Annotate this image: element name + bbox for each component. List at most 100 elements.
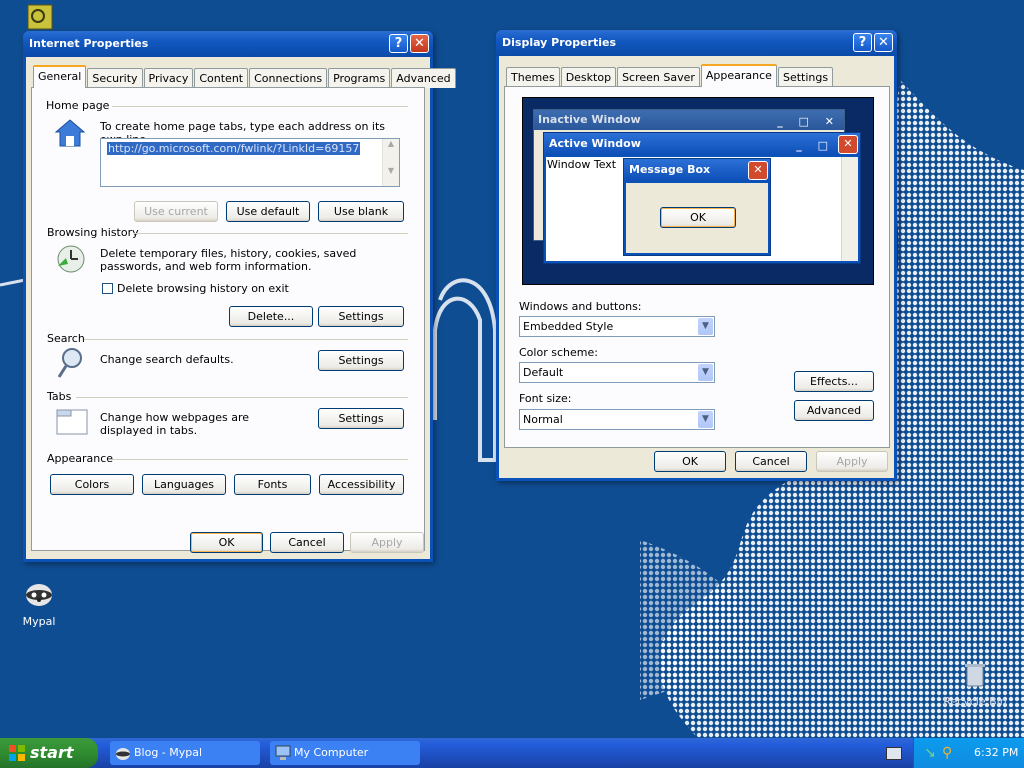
tab-connections[interactable]: Connections [249,68,328,88]
use-blank-button[interactable]: Use blank [318,201,404,222]
display-properties-window[interactable]: Display Properties ? ✕ Themes Desktop Sc… [496,30,897,481]
font-size-label: Font size: [519,392,572,405]
tabs-settings-button[interactable]: Settings [318,408,404,429]
title-bar[interactable]: Internet Properties ? ✕ [23,31,433,57]
tab-strip: General Security Privacy Content Connect… [33,65,456,88]
preview-scrollbar [841,157,858,261]
computer-icon [275,745,291,760]
search-description: Change search defaults. [100,353,234,366]
divider [112,106,408,107]
colors-button[interactable]: Colors [50,474,134,495]
chevron-down-icon[interactable]: ▼ [698,318,713,335]
desktop-icon-label: Recycle Bin [943,695,1007,708]
scroll-up-icon[interactable]: ▲ [383,139,399,148]
keyboard-icon[interactable] [886,747,902,760]
desktop-icon-label: Mypal [22,615,56,628]
active-window-title: Active Window [549,137,641,150]
apply-button[interactable]: Apply [816,451,888,472]
tab-security[interactable]: Security [87,68,143,88]
tab-content[interactable]: Content [194,68,249,88]
network-icon[interactable]: ↘ [924,738,936,768]
close-button[interactable]: ✕ [410,34,429,53]
help-button[interactable]: ? [853,33,872,52]
ok-button[interactable]: OK [654,451,726,472]
preview-ok-button: OK [660,207,736,228]
cancel-button[interactable]: Cancel [735,451,807,472]
taskbar: start Blog - Mypal My Computer ↘ ⚲ 6:32 … [0,738,1024,768]
close-icon: ✕ [748,161,768,180]
shortcut-icon [27,4,53,30]
chevron-down-icon[interactable]: ▼ [698,411,713,428]
delete-button[interactable]: Delete... [229,306,313,327]
ok-button[interactable]: OK [190,532,263,553]
close-button[interactable]: ✕ [874,33,893,52]
use-default-button[interactable]: Use default [226,201,310,222]
apply-button[interactable]: Apply [350,532,424,553]
delete-on-exit-checkbox[interactable] [102,283,113,294]
desktop-icon-partial[interactable] [25,4,55,33]
scrollbar[interactable]: ▲ ▼ [382,139,399,186]
window-text-sample: Window Text [547,158,617,171]
taskbar-item-my-computer[interactable]: My Computer [270,741,420,765]
home-page-label: Home page [46,99,110,112]
tab-themes[interactable]: Themes [506,67,560,87]
divider [134,233,408,234]
accessibility-button[interactable]: Accessibility [319,474,404,495]
inactive-window-title: Inactive Window [538,113,641,126]
home-page-url-field[interactable]: http://go.microsoft.com/fwlink/?LinkId=6… [100,138,400,187]
tab-general[interactable]: General [33,65,87,88]
home-page-url-text: http://go.microsoft.com/fwlink/?LinkId=6… [107,142,361,155]
general-tab-page: Home page To create home page tabs, type… [31,87,425,551]
tab-desktop[interactable]: Desktop [560,67,617,87]
tab-strip: Themes Desktop Screen Saver Appearance S… [506,64,834,87]
windows-and-buttons-select[interactable]: Embedded Style ▼ [519,316,715,337]
title-bar[interactable]: Display Properties ? ✕ [496,30,897,56]
color-scheme-select[interactable]: Default ▼ [519,362,715,383]
tab-screen-saver[interactable]: Screen Saver [617,67,700,87]
tab-advanced[interactable]: Advanced [391,68,456,88]
font-size-select[interactable]: Normal ▼ [519,409,715,430]
appearance-tab-page: Inactive Window _ □ ✕ Active Window _ □ … [504,86,890,448]
taskbar-item-blog-mypal[interactable]: Blog - Mypal [110,741,260,765]
raccoon-icon [116,748,130,760]
fonts-button[interactable]: Fonts [234,474,311,495]
start-button[interactable]: start [0,738,98,768]
divider [112,459,408,460]
delete-on-exit-label: Delete browsing history on exit [117,282,289,295]
system-tray: ↘ ⚲ 6:32 PM [913,738,1024,768]
desktop-icon-mypal[interactable]: Mypal [4,578,74,628]
clock[interactable]: 6:32 PM [974,738,1018,768]
tab-appearance[interactable]: Appearance [700,64,777,87]
internet-properties-window[interactable]: Internet Properties ? ✕ General Security… [23,31,456,562]
divider [84,339,408,340]
scroll-down-icon[interactable]: ▼ [383,166,399,175]
use-current-button[interactable]: Use current [134,201,218,222]
tab-privacy[interactable]: Privacy [143,68,194,88]
history-settings-button[interactable]: Settings [318,306,404,327]
advanced-button[interactable]: Advanced [794,400,874,421]
chevron-down-icon[interactable]: ▼ [698,364,713,381]
search-icon[interactable]: ⚲ [942,738,952,768]
search-settings-button[interactable]: Settings [318,350,404,371]
select-value: Default [523,366,564,379]
tab-programs[interactable]: Programs [328,68,391,88]
effects-button[interactable]: Effects... [794,371,874,392]
help-button[interactable]: ? [389,34,408,53]
desktop-icon-recycle-bin[interactable]: Recycle Bin [940,660,1010,708]
close-icon: ✕ [838,135,858,154]
recycle-bin-icon [965,664,985,687]
browsing-history-description: Delete temporary files, history, cookies… [100,247,357,273]
select-value: Embedded Style [523,320,614,333]
tab-settings[interactable]: Settings [777,67,834,87]
tabs-label: Tabs [47,390,72,403]
raccoon-icon [26,584,52,606]
languages-button[interactable]: Languages [142,474,226,495]
taskbar-item-label: Blog - Mypal [134,746,203,759]
dialog-body: General Security Privacy Content Connect… [26,57,456,559]
dialog-body: Themes Desktop Screen Saver Appearance S… [499,56,894,478]
appearance-label: Appearance [47,452,114,465]
message-box-title: Message Box [629,163,711,176]
browsing-history-label: Browsing history [47,226,139,239]
window-controls-icon: _ □ [796,139,834,152]
cancel-button[interactable]: Cancel [270,532,344,553]
